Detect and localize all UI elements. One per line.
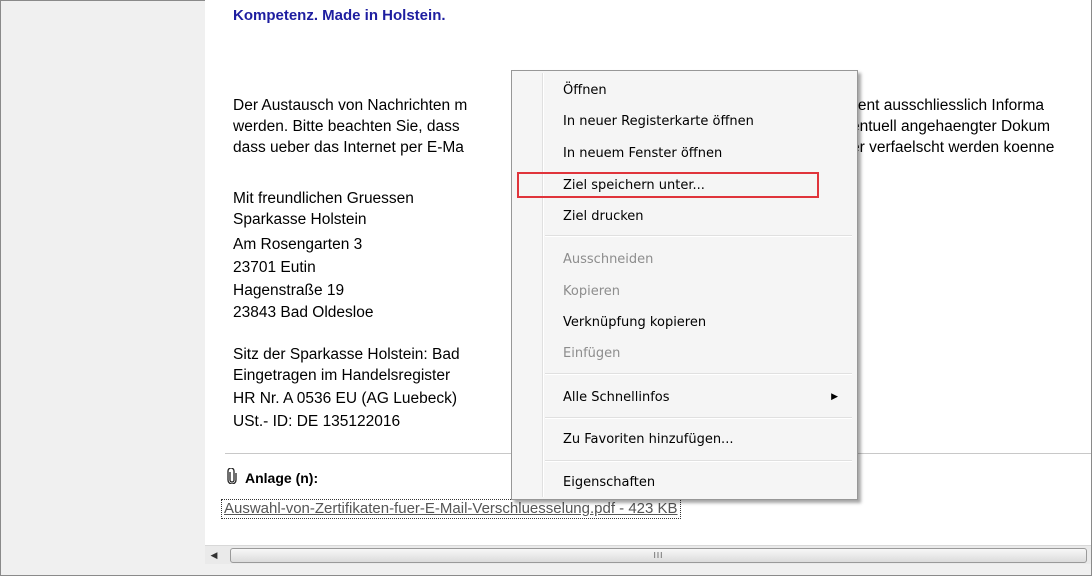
horizontal-scrollbar[interactable]: ◀ III bbox=[205, 545, 1091, 564]
signature-line: Hagenstraße 19 bbox=[233, 282, 345, 299]
disclaimer-line-right: entuell angehaengter Dokum bbox=[851, 118, 1051, 135]
scroll-left-arrow-icon[interactable]: ◀ bbox=[205, 546, 223, 564]
attachment-heading: Anlage (n): bbox=[227, 467, 319, 487]
menu-item-cut: Ausschneiden bbox=[515, 247, 852, 271]
menu-separator bbox=[545, 460, 852, 462]
disclaimer-line: Der Austausch von Nachrichten m bbox=[233, 97, 468, 114]
menu-separator bbox=[545, 235, 852, 237]
legal-line: USt.- ID: DE 135122016 bbox=[233, 413, 401, 430]
signature-line: Mit freundlichen Gruessen bbox=[233, 190, 414, 207]
signature-line: 23701 Eutin bbox=[233, 259, 316, 276]
menu-item-print-target[interactable]: Ziel drucken bbox=[515, 204, 852, 228]
legal-line: Sitz der Sparkasse Holstein: Bad bbox=[233, 346, 460, 363]
menu-item-label: Eigenschaften bbox=[563, 474, 656, 490]
scrollbar-grip: III bbox=[653, 551, 664, 560]
attachment-heading-label: Anlage (n): bbox=[245, 469, 319, 486]
menu-item-properties[interactable]: Eigenschaften bbox=[515, 470, 852, 494]
menu-item-open-new-window[interactable]: In neuem Fenster öffnen bbox=[515, 141, 852, 165]
disclaimer-line-right: lient ausschliesslich Informa bbox=[851, 97, 1044, 114]
menu-item-add-to-favorites[interactable]: Zu Favoriten hinzufügen... bbox=[515, 427, 852, 451]
signature-line: Am Rosengarten 3 bbox=[233, 236, 363, 253]
menu-item-label: Alle Schnellinfos bbox=[563, 389, 670, 405]
menu-item-open[interactable]: Öffnen bbox=[515, 78, 852, 102]
menu-item-label: Ziel drucken bbox=[563, 208, 644, 224]
paperclip-icon bbox=[227, 467, 237, 487]
menu-item-label: Öffnen bbox=[563, 82, 607, 98]
menu-item-open-new-tab[interactable]: In neuer Registerkarte öffnen bbox=[515, 109, 852, 133]
attachment-link[interactable]: Auswahl-von-Zertifikaten-fuer-E-Mail-Ver… bbox=[221, 499, 681, 519]
legal-line: HR Nr. A 0536 EU (AG Luebeck) bbox=[233, 390, 457, 407]
menu-item-label: In neuem Fenster öffnen bbox=[563, 145, 723, 161]
brand-title: Kompetenz. Made in Holstein. bbox=[233, 7, 446, 24]
menu-separator bbox=[545, 373, 852, 375]
highlight-annotation bbox=[517, 172, 819, 198]
disclaimer-line-right: er verfaelscht werden koenne bbox=[851, 139, 1055, 156]
signature-line: 23843 Bad Oldesloe bbox=[233, 304, 374, 321]
scrollbar-thumb[interactable]: III bbox=[230, 548, 1087, 563]
menu-item-label: Kopieren bbox=[563, 283, 620, 299]
menu-item-label: Zu Favoriten hinzufügen... bbox=[563, 431, 734, 447]
disclaimer-line: dass ueber das Internet per E-Ma bbox=[233, 139, 464, 156]
menu-item-copy: Kopieren bbox=[515, 279, 852, 303]
disclaimer-line: werden. Bitte beachten Sie, dass bbox=[233, 118, 460, 135]
menu-item-copy-shortcut[interactable]: Verknüpfung kopieren bbox=[515, 310, 852, 334]
chevron-right-icon: ▶ bbox=[831, 392, 838, 402]
signature-line: Sparkasse Holstein bbox=[233, 211, 367, 228]
legal-line: Eingetragen im Handelsregister bbox=[233, 367, 451, 384]
menu-item-all-accelerators[interactable]: Alle Schnellinfos ▶ bbox=[515, 385, 852, 409]
menu-item-label: Einfügen bbox=[563, 345, 621, 361]
menu-item-paste: Einfügen bbox=[515, 341, 852, 365]
menu-item-label: Ausschneiden bbox=[563, 251, 654, 267]
context-menu: Öffnen In neuer Registerkarte öffnen In … bbox=[511, 70, 858, 500]
menu-item-label: In neuer Registerkarte öffnen bbox=[563, 113, 754, 129]
menu-item-label: Verknüpfung kopieren bbox=[563, 314, 707, 330]
menu-separator bbox=[545, 417, 852, 419]
